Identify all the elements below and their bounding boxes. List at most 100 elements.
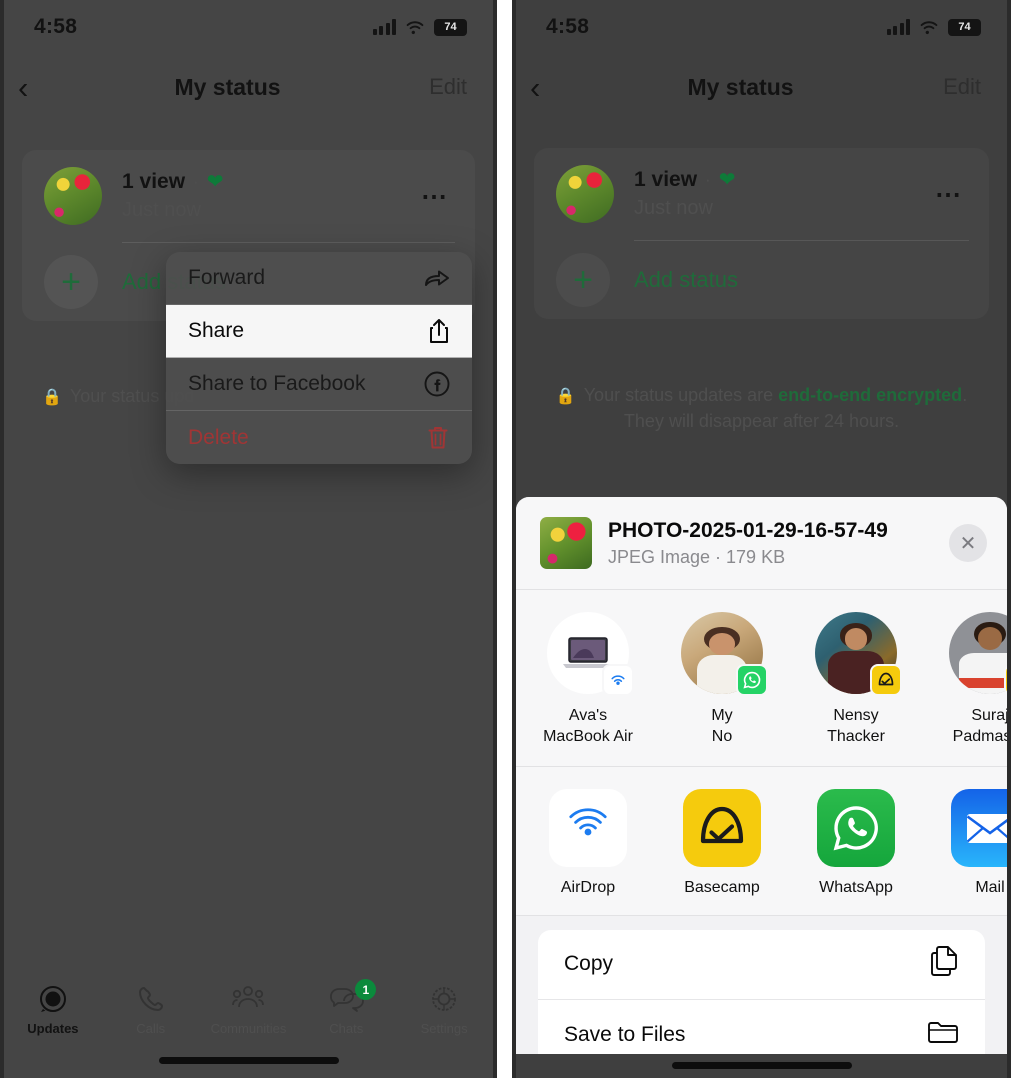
- right-frame-edge: [512, 0, 516, 1078]
- share-sheet: PHOTO-2025-01-29-16-57-49 JPEG Image · 1…: [516, 497, 1007, 1078]
- context-menu-facebook-label: Share to Facebook: [188, 372, 366, 395]
- share-action-label: Copy: [564, 952, 614, 976]
- contact-avatar: [815, 612, 902, 696]
- context-menu-forward-label: Forward: [188, 266, 266, 289]
- share-actions-list: Copy Save to Files: [538, 929, 985, 1070]
- contact-name-line1: Nensy: [833, 707, 879, 724]
- encryption-notice-right: 🔒 Your status updates are end-to-end encr…: [538, 382, 985, 434]
- tab-chats-label: Chats: [329, 1021, 364, 1036]
- share-app-mail[interactable]: Mail: [942, 788, 1007, 897]
- home-indicator: [158, 1057, 339, 1064]
- my-status-row[interactable]: 1 view · ❤ Just now ⋯: [22, 150, 475, 242]
- status-avatar: [44, 167, 102, 225]
- context-menu-item-share-to-facebook[interactable]: Share to Facebook: [166, 358, 472, 411]
- shared-file-info: PHOTO-2025-01-29-16-57-49 JPEG Image · 1…: [608, 519, 949, 568]
- share-action-label: Save to Files: [564, 1022, 686, 1046]
- plus-icon: +: [44, 255, 98, 309]
- share-action-copy[interactable]: Copy: [538, 930, 985, 1000]
- close-icon[interactable]: ✕: [949, 524, 987, 562]
- shared-file-meta: JPEG Image · 179 KB: [608, 546, 786, 567]
- my-status-row-right[interactable]: 1 view · ❤ Just now ⋯: [534, 148, 989, 240]
- status-timestamp: Just now: [122, 199, 201, 221]
- status-bar-time-right: 4:58: [546, 15, 590, 38]
- context-menu-item-forward[interactable]: Forward: [166, 252, 472, 305]
- forward-arrow-icon: [420, 267, 450, 289]
- more-horizontal-icon[interactable]: ⋯: [421, 181, 455, 212]
- battery-icon: 74: [948, 18, 981, 36]
- copy-icon: [929, 945, 959, 983]
- lock-icon: 🔒: [42, 389, 62, 406]
- facebook-icon: [420, 371, 450, 397]
- chats-icon: 1: [328, 979, 377, 1016]
- cellular-bars-icon: [372, 19, 396, 35]
- green-heart-icon: ❤: [206, 171, 224, 193]
- share-contact-suraj-padmasali[interactable]: Suraj Padmasali: [942, 612, 1007, 748]
- status-meta-right: 1 view · ❤ Just now: [634, 168, 935, 220]
- tab-calls-label: Calls: [136, 1021, 166, 1036]
- basecamp-badge-icon: [870, 664, 902, 696]
- context-menu-item-share[interactable]: Share: [166, 305, 472, 358]
- phone-icon: [136, 982, 166, 1016]
- chevron-left-icon[interactable]: ‹: [530, 72, 570, 103]
- tab-chats[interactable]: 1 Chats: [297, 979, 395, 1036]
- panel-gap: [497, 0, 512, 1078]
- separator-dot: ·: [193, 172, 199, 191]
- airdrop-icon: [549, 788, 627, 867]
- contact-name-line2: Thacker: [827, 727, 885, 745]
- communities-icon: [231, 982, 265, 1016]
- share-contacts-row[interactable]: Ava's MacBook Air My No Nensy Thacker Su…: [516, 590, 1007, 767]
- view-count-right: 1 view: [634, 168, 698, 191]
- chevron-left-icon[interactable]: ‹: [18, 72, 58, 103]
- view-count: 1 view: [122, 170, 186, 193]
- share-contact-my-no[interactable]: My No: [674, 612, 770, 748]
- contact-photo: [949, 612, 1007, 694]
- sheet-home-indicator: [516, 1054, 1007, 1078]
- context-menu-share-label: Share: [188, 319, 245, 342]
- share-app-basecamp[interactable]: Basecamp: [674, 788, 770, 897]
- app-label: Mail: [975, 878, 1005, 896]
- add-status-row-right[interactable]: + Add status: [534, 241, 989, 319]
- app-label: WhatsApp: [819, 878, 893, 896]
- tab-calls[interactable]: Calls: [102, 982, 200, 1036]
- green-heart-icon: ❤: [718, 169, 736, 191]
- screenshot-stage: 4:58 74 ‹ My status Edit 1 view · ❤ Just…: [0, 0, 1011, 1078]
- airdrop-badge-icon: [602, 664, 634, 696]
- whatsapp-badge-icon: [736, 664, 768, 696]
- edit-button-right[interactable]: Edit: [911, 74, 981, 100]
- contact-name-line1: Ava's: [568, 707, 608, 724]
- status-avatar: [556, 165, 614, 223]
- share-contact-ava-macbook-air[interactable]: Ava's MacBook Air: [540, 612, 636, 748]
- app-label: AirDrop: [560, 878, 616, 896]
- share-sheet-header: PHOTO-2025-01-29-16-57-49 JPEG Image · 1…: [516, 497, 1007, 590]
- add-status-label-right: Add status: [634, 267, 738, 292]
- status-bar-indicators: 74: [372, 18, 467, 36]
- plus-icon: +: [556, 253, 610, 307]
- right-phone-panel: 4:58 74 ‹ My status Edit 1 view · ❤ Just…: [512, 0, 1011, 1078]
- gear-icon: [429, 982, 459, 1016]
- left-frame-edge-right: [493, 0, 497, 1078]
- more-horizontal-icon[interactable]: ⋯: [935, 179, 969, 210]
- tab-updates[interactable]: Updates: [4, 982, 102, 1036]
- contact-name: Nensy Thacker: [827, 706, 885, 748]
- share-apps-row[interactable]: AirDrop Basecamp WhatsApp Mail: [516, 766, 1007, 916]
- battery-level: 74: [444, 21, 457, 33]
- context-menu-item-delete[interactable]: Delete: [166, 411, 472, 464]
- context-menu-delete-label: Delete: [188, 425, 249, 449]
- share-app-airdrop[interactable]: AirDrop: [540, 788, 636, 897]
- tab-communities-label: Communities: [210, 1021, 287, 1036]
- status-card-right: 1 view · ❤ Just now ⋯ + Add status: [534, 148, 989, 319]
- lock-icon: 🔒: [555, 388, 576, 405]
- tab-settings[interactable]: Settings: [395, 982, 493, 1036]
- status-views-line: 1 view · ❤: [122, 170, 421, 194]
- share-contact-nensy-thacker[interactable]: Nensy Thacker: [808, 612, 904, 748]
- share-up-icon: [420, 318, 450, 344]
- status-context-menu: Forward Share Share to Facebook Delete: [166, 252, 472, 464]
- contact-name: My No: [711, 706, 732, 748]
- contact-name-line2: No: [711, 727, 733, 745]
- status-bar-time: 4:58: [34, 15, 78, 38]
- edit-button[interactable]: Edit: [397, 74, 467, 100]
- left-frame-edge: [0, 0, 4, 1078]
- contact-avatar: [949, 612, 1007, 696]
- tab-communities[interactable]: Communities: [200, 982, 298, 1036]
- share-app-whatsapp[interactable]: WhatsApp: [808, 788, 904, 897]
